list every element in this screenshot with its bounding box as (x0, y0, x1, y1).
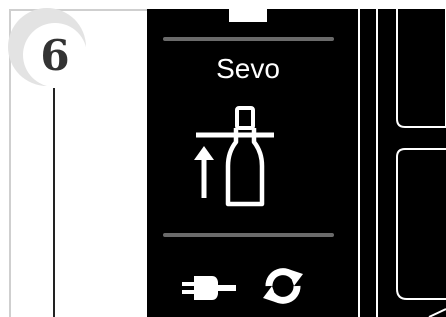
step-connector-line (53, 88, 55, 317)
bottom-separator (163, 233, 334, 237)
device-side-panel (358, 9, 446, 317)
refresh-icon (263, 268, 303, 304)
bottle-fill-up-icon (194, 106, 274, 207)
top-separator (163, 37, 334, 41)
display-top-tab (229, 9, 267, 22)
step-badge: 6 (8, 8, 87, 87)
agent-label: Sevo (216, 53, 280, 84)
plug-icon (182, 276, 236, 300)
step-number: 6 (40, 31, 70, 80)
